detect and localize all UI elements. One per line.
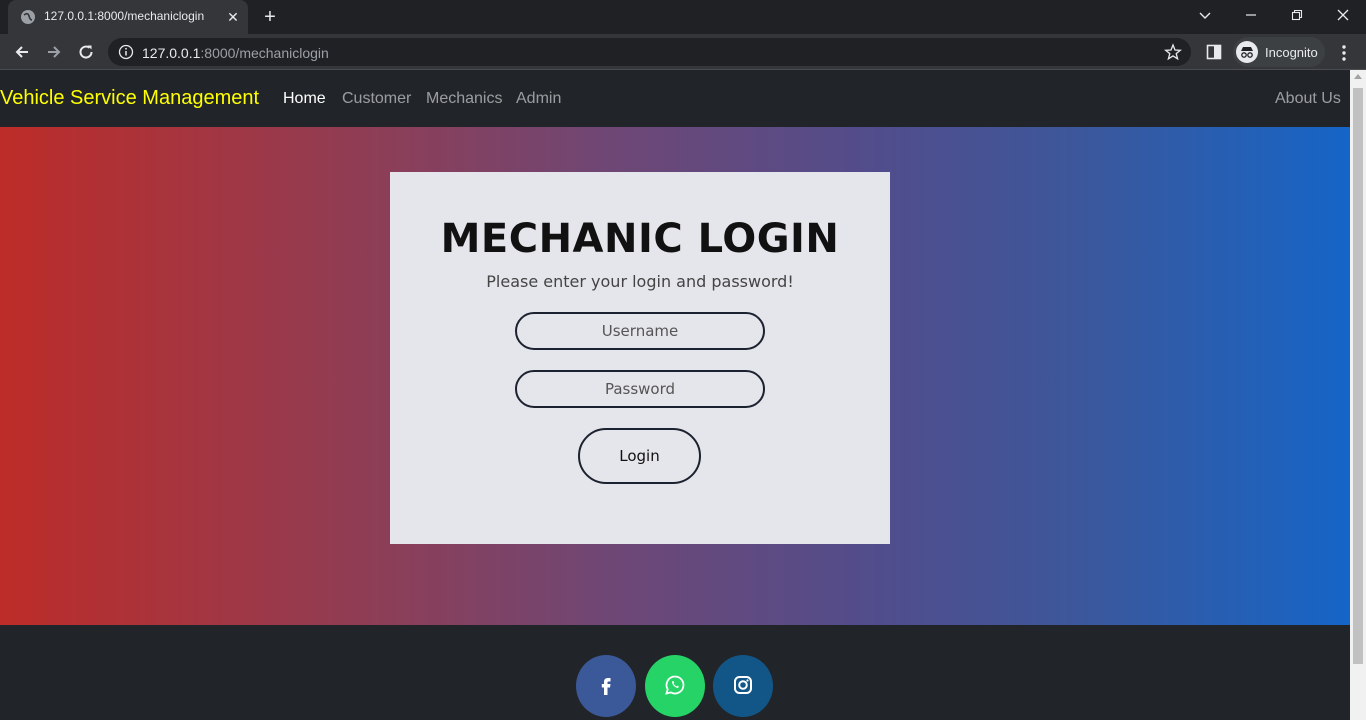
- forward-arrow-icon[interactable]: [43, 41, 65, 63]
- login-card: MECHANIC LOGIN Please enter your login a…: [390, 172, 890, 544]
- login-subtitle: Please enter your login and password!: [486, 272, 794, 291]
- tab-search-icon[interactable]: [1191, 5, 1219, 27]
- facebook-button[interactable]: [576, 655, 636, 717]
- nav-link-admin[interactable]: Admin: [516, 90, 561, 108]
- facebook-icon: [576, 674, 636, 696]
- site-brand[interactable]: Vehicle Service Management: [0, 87, 259, 110]
- page-title: MECHANIC LOGIN: [440, 216, 840, 262]
- incognito-icon: [1236, 41, 1258, 63]
- browser-tab[interactable]: 127.0.0.1:8000/mechaniclogin ✕: [8, 0, 248, 34]
- whatsapp-button[interactable]: [645, 655, 705, 717]
- login-button[interactable]: Login: [578, 428, 701, 484]
- incognito-indicator[interactable]: Incognito: [1233, 37, 1325, 67]
- password-input[interactable]: [515, 370, 765, 408]
- instagram-icon: [713, 674, 773, 696]
- page-viewport: Vehicle Service Management Home Customer…: [0, 70, 1366, 720]
- login-hero: MECHANIC LOGIN Please enter your login a…: [0, 127, 1350, 625]
- url-path: :8000/mechaniclogin: [200, 45, 329, 61]
- nav-link-home[interactable]: Home: [283, 90, 326, 108]
- restore-button[interactable]: [1283, 5, 1311, 27]
- close-window-button[interactable]: [1329, 5, 1357, 27]
- browser-tabstrip: 127.0.0.1:8000/mechaniclogin ✕ +: [0, 0, 1366, 34]
- site-navbar: Vehicle Service Management Home Customer…: [0, 70, 1350, 127]
- username-input[interactable]: [515, 312, 765, 350]
- minimize-button[interactable]: [1237, 5, 1265, 27]
- page-scrollbar[interactable]: [1350, 70, 1366, 720]
- address-bar[interactable]: 127.0.0.1:8000/mechaniclogin: [108, 38, 1191, 66]
- incognito-label: Incognito: [1265, 45, 1318, 60]
- whatsapp-icon: [645, 674, 705, 696]
- scroll-up-arrow-icon[interactable]: [1354, 74, 1362, 79]
- nav-link-mechanics[interactable]: Mechanics: [426, 90, 502, 108]
- kebab-menu-icon[interactable]: [1334, 43, 1354, 63]
- url-text: 127.0.0.1:8000/mechaniclogin: [142, 45, 329, 61]
- instagram-button[interactable]: [713, 655, 773, 717]
- browser-toolbar: 127.0.0.1:8000/mechaniclogin Incognito: [0, 34, 1366, 70]
- nav-link-customer[interactable]: Customer: [342, 90, 411, 108]
- url-host: 127.0.0.1: [142, 45, 201, 61]
- scroll-thumb[interactable]: [1353, 88, 1363, 664]
- reload-icon[interactable]: [75, 41, 97, 63]
- close-icon[interactable]: ✕: [225, 9, 241, 25]
- tab-title: 127.0.0.1:8000/mechaniclogin: [44, 9, 205, 23]
- bookmark-star-icon[interactable]: [1163, 43, 1183, 61]
- info-icon[interactable]: [118, 44, 134, 60]
- site-footer: [0, 625, 1350, 720]
- side-panel-icon[interactable]: [1205, 43, 1223, 61]
- globe-icon: [20, 9, 36, 25]
- new-tab-button[interactable]: +: [260, 7, 280, 27]
- back-arrow-icon[interactable]: [11, 41, 33, 63]
- nav-link-about-us[interactable]: About Us: [1275, 90, 1341, 108]
